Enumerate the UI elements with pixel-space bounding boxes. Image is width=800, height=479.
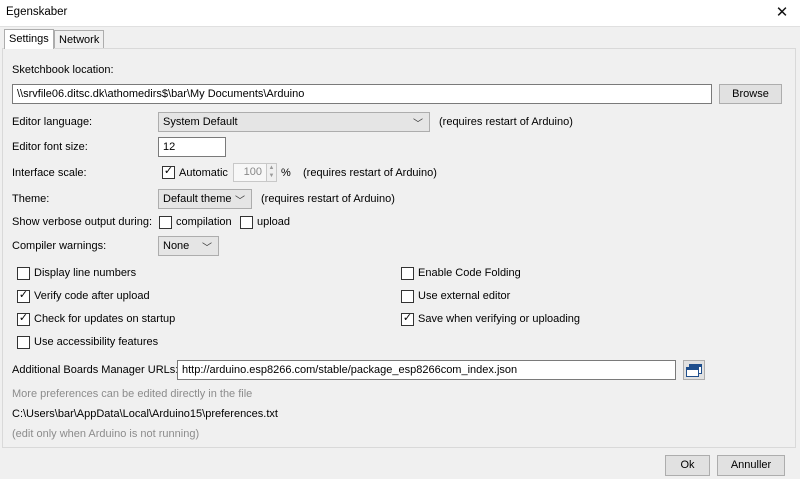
window-title: Egenskaber <box>6 6 68 18</box>
save-on-verify-checkbox[interactable] <box>401 313 414 326</box>
interface-scale-note: (requires restart of Arduino) <box>303 167 437 179</box>
tab-network[interactable]: Network <box>54 30 105 49</box>
sketchbook-label: Sketchbook location: <box>12 64 114 76</box>
tab-settings[interactable]: Settings <box>4 29 54 49</box>
save-on-verify-label: Save when verifying or uploading <box>418 313 581 325</box>
boards-manager-url-input[interactable]: http://arduino.esp8266.com/stable/packag… <box>177 360 676 380</box>
close-icon[interactable]: ✕ <box>768 2 796 24</box>
more-preferences-note: More preferences can be edited directly … <box>12 388 253 400</box>
browse-button[interactable]: Browse <box>719 84 782 104</box>
compiler-warnings-value: None <box>163 240 190 252</box>
edit-only-note: (edit only when Arduino is not running) <box>12 428 200 440</box>
chevron-down-icon: ﹀ <box>413 119 423 130</box>
compiler-warnings-label: Compiler warnings: <box>12 240 107 252</box>
sketchbook-location-input[interactable]: \\srvfile06.ditsc.dk\athomedirs$\bar\My … <box>12 84 712 104</box>
ok-button[interactable]: Ok <box>665 455 710 476</box>
chevron-down-icon: ﹀ <box>235 196 245 207</box>
editor-language-value: System Default <box>163 116 238 128</box>
display-line-numbers-checkbox[interactable] <box>17 267 30 280</box>
verbose-upload-checkbox[interactable] <box>240 216 253 229</box>
window-list-icon[interactable] <box>683 360 705 380</box>
theme-select[interactable]: Default theme ﹀ <box>158 189 252 209</box>
check-updates-checkbox[interactable] <box>17 313 30 326</box>
preferences-file-path: C:\Users\bar\AppData\Local\Arduino15\pre… <box>12 408 278 420</box>
boards-manager-label: Additional Boards Manager URLs: <box>12 364 179 376</box>
code-folding-checkbox[interactable] <box>401 267 414 280</box>
interface-scale-input[interactable]: 100 <box>233 163 267 182</box>
theme-note: (requires restart of Arduino) <box>261 193 395 205</box>
display-line-numbers-label: Display line numbers <box>34 267 137 279</box>
editor-language-label: Editor language: <box>12 116 93 128</box>
code-folding-label: Enable Code Folding <box>418 267 521 279</box>
verbose-label: Show verbose output during: <box>12 216 153 228</box>
font-size-input[interactable]: 12 <box>158 137 226 157</box>
interface-scale-unit: % <box>281 167 291 179</box>
cancel-button[interactable]: Annuller <box>717 455 785 476</box>
chevron-down-icon: ﹀ <box>202 243 212 254</box>
accessibility-checkbox[interactable] <box>17 336 30 349</box>
theme-label: Theme: <box>12 193 50 205</box>
editor-language-note: (requires restart of Arduino) <box>439 116 573 128</box>
verbose-compilation-label: compilation <box>176 216 232 228</box>
check-updates-label: Check for updates on startup <box>34 313 176 325</box>
automatic-scale-checkbox[interactable] <box>162 166 175 179</box>
title-bar: Egenskaber ✕ <box>0 0 800 27</box>
compiler-warnings-select[interactable]: None ﹀ <box>158 236 219 256</box>
automatic-scale-label: Automatic <box>179 167 228 179</box>
theme-value: Default theme <box>163 193 232 205</box>
verbose-upload-label: upload <box>257 216 291 228</box>
editor-language-select[interactable]: System Default ﹀ <box>158 112 430 132</box>
external-editor-label: Use external editor <box>418 290 511 302</box>
scale-spinner-arrows[interactable]: ▲ ▼ <box>266 163 277 182</box>
verify-after-upload-label: Verify code after upload <box>34 290 150 302</box>
verify-after-upload-checkbox[interactable] <box>17 290 30 303</box>
font-size-label: Editor font size: <box>12 141 88 153</box>
verbose-compilation-checkbox[interactable] <box>159 216 172 229</box>
accessibility-label: Use accessibility features <box>34 336 159 348</box>
external-editor-checkbox[interactable] <box>401 290 414 303</box>
interface-scale-label: Interface scale: <box>12 167 87 179</box>
